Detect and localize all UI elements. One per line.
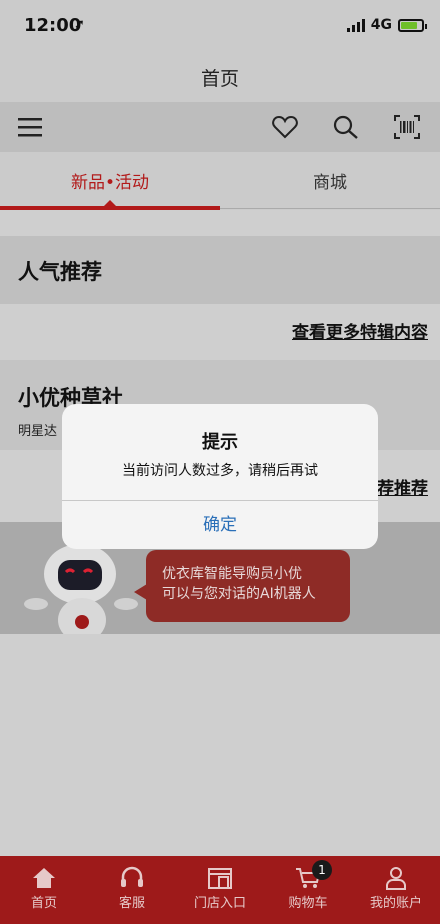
nav-cart-label: 购物车 xyxy=(288,896,328,911)
menu-icon[interactable] xyxy=(16,114,44,140)
alert-dialog: 提示 当前访问人数过多，请稍后再试 确定 xyxy=(62,404,378,549)
network-type: 4G xyxy=(370,17,392,33)
banner-line-1: 优衣库智能导购员小优 xyxy=(162,566,302,582)
nav-home[interactable]: 首页 xyxy=(0,856,88,924)
battery-icon xyxy=(398,18,427,32)
dialog-confirm-button[interactable]: 确定 xyxy=(62,501,378,549)
signal-icon xyxy=(346,18,365,32)
tab-caret-icon xyxy=(103,200,117,207)
community-more-link[interactable]: 荐推荐 xyxy=(377,474,428,499)
heart-icon[interactable] xyxy=(271,114,299,140)
nav-my-account[interactable]: 我的账户 xyxy=(352,856,440,924)
status-bar: 12:00 ➚ 4G xyxy=(0,0,440,56)
nav-customer-service[interactable]: 客服 xyxy=(88,856,176,924)
tab-mall[interactable]: 商城 xyxy=(220,168,440,193)
nav-home-label: 首页 xyxy=(30,896,57,911)
nav-store-entry[interactable]: 门店入口 xyxy=(176,856,264,924)
view-more-features-link[interactable]: 查看更多特辑内容 xyxy=(292,318,428,343)
tab-bar: 新品•活动 商城 xyxy=(0,152,440,210)
nav-my-account-label: 我的账户 xyxy=(369,896,422,911)
page-title: 首页 xyxy=(0,56,440,102)
cart-count-badge: 1 xyxy=(312,860,332,880)
tab-divider xyxy=(220,208,440,209)
search-icon[interactable] xyxy=(332,114,360,140)
dialog-message: 当前访问人数过多，请稍后再试 xyxy=(122,463,318,479)
popular-section: 人气推荐 xyxy=(0,236,440,304)
assistant-speech-bubble: 优衣库智能导购员小优 可以与您对话的AI机器人 xyxy=(134,550,350,622)
barcode-scan-icon[interactable] xyxy=(393,114,421,140)
robot-icon xyxy=(24,544,138,634)
status-time: 12:00 xyxy=(24,15,82,36)
location-arrow-icon: ➚ xyxy=(74,17,85,32)
bottom-navigation: 首页 客服 门店入口 1 购物车 我的账户 xyxy=(0,856,440,924)
nav-customer-service-label: 客服 xyxy=(118,896,145,911)
home-icon xyxy=(33,868,55,888)
status-indicators: 4G xyxy=(346,17,427,33)
headset-icon xyxy=(121,866,143,887)
tab-new-activities[interactable]: 新品•活动 xyxy=(0,168,220,193)
toolbar xyxy=(0,102,440,152)
community-subtitle: 明星达 xyxy=(18,424,58,439)
nav-store-entry-label: 门店入口 xyxy=(193,896,246,911)
banner-line-2: 可以与您对话的AI机器人 xyxy=(162,586,316,602)
dialog-title: 提示 xyxy=(202,432,238,453)
store-icon xyxy=(208,868,232,889)
nav-cart[interactable]: 1 购物车 xyxy=(264,856,352,924)
user-icon xyxy=(386,867,406,890)
popular-title: 人气推荐 xyxy=(18,260,102,284)
